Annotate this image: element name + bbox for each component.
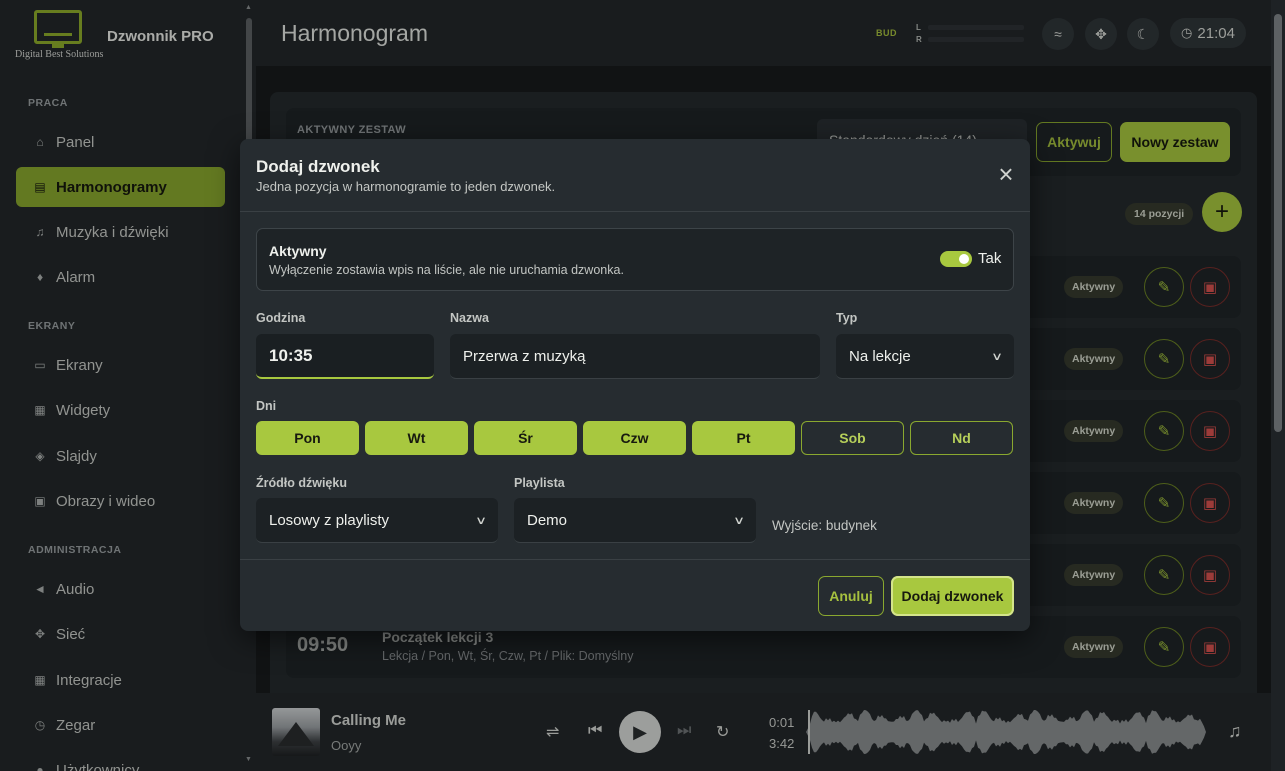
type-select-value: Na lekcje	[849, 347, 911, 365]
playlist-label: Playlista	[514, 476, 565, 490]
name-label: Nazwa	[450, 311, 489, 325]
day-toggle-nd[interactable]: Nd	[910, 421, 1013, 455]
day-toggle-sob[interactable]: Sob	[801, 421, 904, 455]
name-input[interactable]: Przerwa z muzyką	[450, 334, 820, 379]
time-input[interactable]: 10:35	[256, 334, 434, 379]
type-select[interactable]: Na lekcje ∨	[836, 334, 1014, 379]
add-bell-dialog: Dodaj dzwonek Jedna pozycja w harmonogra…	[240, 139, 1030, 631]
playlist-select[interactable]: Demo ∨	[514, 498, 756, 543]
chevron-down-icon: ∨	[474, 514, 488, 527]
active-toggle-label: Tak	[978, 250, 1002, 267]
cancel-button[interactable]: Anuluj	[818, 576, 884, 616]
time-label: Godzina	[256, 311, 306, 325]
output-info: Wyjście: budynek	[772, 518, 877, 533]
source-label: Źródło dźwięku	[256, 476, 347, 490]
submit-button[interactable]: Dodaj dzwonek	[891, 576, 1014, 616]
type-label: Typ	[836, 311, 858, 325]
active-description: Wyłączenie zostawia wpis na liście, ale …	[269, 263, 624, 277]
main-scroll-thumb[interactable]	[1274, 14, 1282, 432]
source-select[interactable]: Losowy z playlisty ∨	[256, 498, 498, 543]
active-toggle-switch[interactable]	[940, 251, 972, 267]
active-title: Aktywny	[269, 243, 327, 259]
chevron-down-icon: ∨	[732, 514, 746, 527]
day-toggle-pon[interactable]: Pon	[256, 421, 359, 455]
chevron-down-icon: ∨	[990, 350, 1004, 363]
day-toggle-pt[interactable]: Pt	[692, 421, 795, 455]
active-toggle-card: Aktywny Wyłączenie zostawia wpis na liśc…	[256, 228, 1014, 291]
days-label: Dni	[256, 399, 277, 413]
main-scrollbar[interactable]	[1271, 0, 1285, 771]
dialog-subtitle: Jedna pozycja w harmonogramie to jeden d…	[256, 179, 556, 194]
day-toggle-czw[interactable]: Czw	[583, 421, 686, 455]
day-toggle-wt[interactable]: Wt	[365, 421, 468, 455]
day-toggle-sr[interactable]: Śr	[474, 421, 577, 455]
dialog-divider	[240, 211, 1030, 212]
dialog-footer-divider	[240, 559, 1030, 560]
source-select-value: Losowy z playlisty	[269, 511, 390, 529]
dialog-title: Dodaj dzwonek	[256, 157, 380, 176]
close-icon[interactable]: ×	[994, 161, 1018, 187]
playlist-select-value: Demo	[527, 511, 568, 529]
